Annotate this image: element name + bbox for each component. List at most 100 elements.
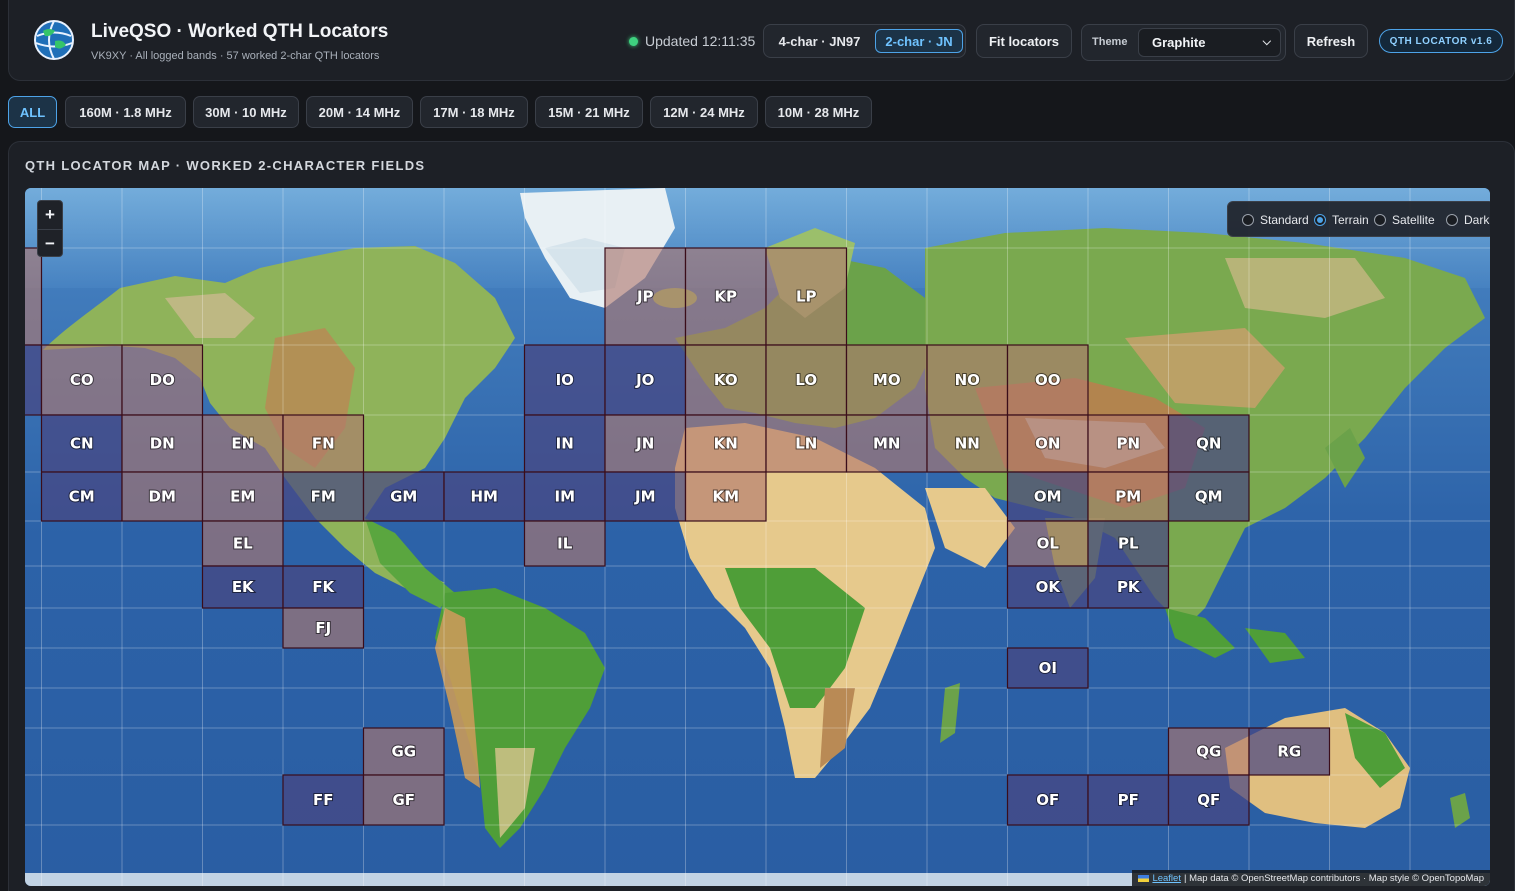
band-filter-17m[interactable]: 17M · 18 MHz (420, 96, 528, 128)
field-en[interactable]: EN (201, 414, 284, 473)
field-qn[interactable]: QN (1167, 414, 1250, 473)
band-filter-30m[interactable]: 30M · 10 MHz (193, 96, 299, 128)
field-gm[interactable]: GM (362, 471, 445, 522)
field-label: FN (312, 435, 335, 453)
precision-4char-button[interactable]: 4-char · JN97 (768, 29, 871, 53)
precision-2char-button[interactable]: 2-char · JN (875, 29, 963, 53)
field-lo[interactable]: LO (765, 344, 848, 416)
field-em[interactable]: EM (201, 471, 284, 522)
field-jo[interactable]: JO (604, 344, 687, 416)
app-header: LiveQSO · Worked QTH Locators VK9XY · Al… (8, 0, 1515, 81)
field-kp[interactable]: KP (684, 247, 767, 346)
field-no[interactable]: NO (926, 344, 1009, 416)
field-pl[interactable]: PL (1087, 520, 1170, 567)
field-jm[interactable]: JM (604, 471, 687, 522)
field-ok[interactable]: OK (1006, 565, 1089, 609)
field-fk[interactable]: FK (282, 565, 365, 609)
field-il[interactable]: IL (523, 520, 606, 567)
field-do[interactable]: DO (121, 344, 204, 416)
field-label: LN (795, 435, 817, 453)
field-io[interactable]: IO (523, 344, 606, 416)
field-cn[interactable]: CN (40, 414, 123, 473)
field-pk[interactable]: PK (1087, 565, 1170, 609)
band-filter-20m[interactable]: 20M · 14 MHz (306, 96, 413, 128)
field-co[interactable]: CO (40, 344, 123, 416)
layer-label-satellite: Satellite (1392, 213, 1435, 227)
layer-option-terrain[interactable]: Terrain (1314, 213, 1369, 227)
field-rg[interactable]: RG (1248, 727, 1331, 776)
field-label: LP (796, 288, 817, 306)
field-of[interactable]: OF (1006, 774, 1089, 826)
field-ko[interactable]: KO (684, 344, 767, 416)
field-qm[interactable]: QM (1167, 471, 1250, 522)
radio-dark[interactable] (1446, 214, 1458, 226)
field-pm[interactable]: PM (1087, 471, 1170, 522)
field-mn[interactable]: MN (845, 414, 928, 473)
locator-map[interactable]: BPBO CO DO CN DN EN FN CM DM EM FM GM HM EL EK FK FJ GG FF… (25, 188, 1490, 886)
field-fm[interactable]: FM (282, 471, 365, 522)
field-mo[interactable]: MO (845, 344, 928, 416)
theme-select[interactable]: Graphite ⌵ (1138, 28, 1281, 57)
field-jn[interactable]: JN (604, 414, 687, 473)
field-pn[interactable]: PN (1087, 414, 1170, 473)
band-filter-15m[interactable]: 15M · 21 MHz (535, 96, 643, 128)
field-kn[interactable]: KN (684, 414, 767, 473)
layer-option-standard[interactable]: Standard (1242, 213, 1309, 227)
zoom-out-button[interactable]: − (38, 229, 62, 257)
band-filter-all[interactable]: ALL (8, 96, 57, 128)
field-cell[interactable] (25, 344, 43, 416)
field-dm[interactable]: DM (121, 471, 204, 522)
field-on[interactable]: ON (1006, 414, 1089, 473)
field-label: OL (1037, 535, 1060, 553)
map-attribution: Leaflet | Map data © OpenStreetMap contr… (1132, 870, 1490, 886)
field-label: IL (557, 535, 573, 553)
field-ol[interactable]: OL (1006, 520, 1089, 567)
field-cm[interactable]: CM (40, 471, 123, 522)
layer-option-satellite[interactable]: Satellite (1374, 213, 1435, 227)
field-oi[interactable]: OI (1006, 647, 1089, 689)
globe-logo-icon (34, 20, 74, 60)
field-nn[interactable]: NN (926, 414, 1009, 473)
field-oo[interactable]: OO (1006, 344, 1089, 416)
refresh-button[interactable]: Refresh (1294, 24, 1368, 58)
field-label: JP (636, 288, 654, 306)
field-im[interactable]: IM (523, 471, 606, 522)
band-filter-12m[interactable]: 12M · 24 MHz (650, 96, 758, 128)
theme-value: Graphite (1152, 35, 1206, 50)
band-filter-10m[interactable]: 10M · 28 MHz (765, 96, 872, 128)
field-gf[interactable]: GF (362, 774, 445, 826)
field-hm[interactable]: HM (443, 471, 526, 522)
zoom-in-button[interactable]: + (38, 201, 62, 229)
fit-locators-button[interactable]: Fit locators (976, 24, 1072, 58)
radio-standard[interactable] (1242, 214, 1254, 226)
radio-satellite[interactable] (1374, 214, 1386, 226)
field-in[interactable]: IN (523, 414, 606, 473)
field-ln[interactable]: LN (765, 414, 848, 473)
field-qf[interactable]: QF (1167, 774, 1250, 826)
status-text: Updated 12:11:35 (645, 33, 756, 49)
field-label: JO (635, 371, 654, 389)
band-filter-160m[interactable]: 160M · 1.8 MHz (65, 96, 186, 128)
field-pf[interactable]: PF (1087, 774, 1170, 826)
field-qg[interactable]: QG (1167, 727, 1250, 776)
layer-option-dark[interactable]: Dark (1446, 213, 1489, 227)
field-bp[interactable]: BP (25, 247, 43, 346)
field-lp[interactable]: LP (765, 247, 848, 346)
field-el[interactable]: EL (201, 520, 284, 567)
app-subtitle: VK9XY · All logged bands · 57 worked 2-c… (91, 50, 380, 62)
field-jp[interactable]: JP (604, 247, 687, 346)
field-ek[interactable]: EK (201, 565, 284, 609)
radio-terrain[interactable] (1314, 214, 1326, 226)
field-km[interactable]: KM (684, 471, 767, 522)
field-fn[interactable]: FN (282, 414, 365, 473)
field-gg[interactable]: GG (362, 727, 445, 776)
field-dn[interactable]: DN (121, 414, 204, 473)
field-om[interactable]: OM (1006, 471, 1089, 522)
field-cell[interactable] (25, 247, 43, 346)
field-fj[interactable]: FJ (282, 607, 365, 649)
leaflet-link[interactable]: Leaflet (1152, 873, 1181, 884)
field-ff[interactable]: FF (282, 774, 365, 826)
field-bo[interactable]: BO (25, 344, 43, 416)
map-canvas[interactable]: BPBO CO DO CN DN EN FN CM DM EM FM GM HM EL EK FK FJ GG FF… (25, 188, 1490, 886)
field-label: PM (1115, 488, 1141, 506)
